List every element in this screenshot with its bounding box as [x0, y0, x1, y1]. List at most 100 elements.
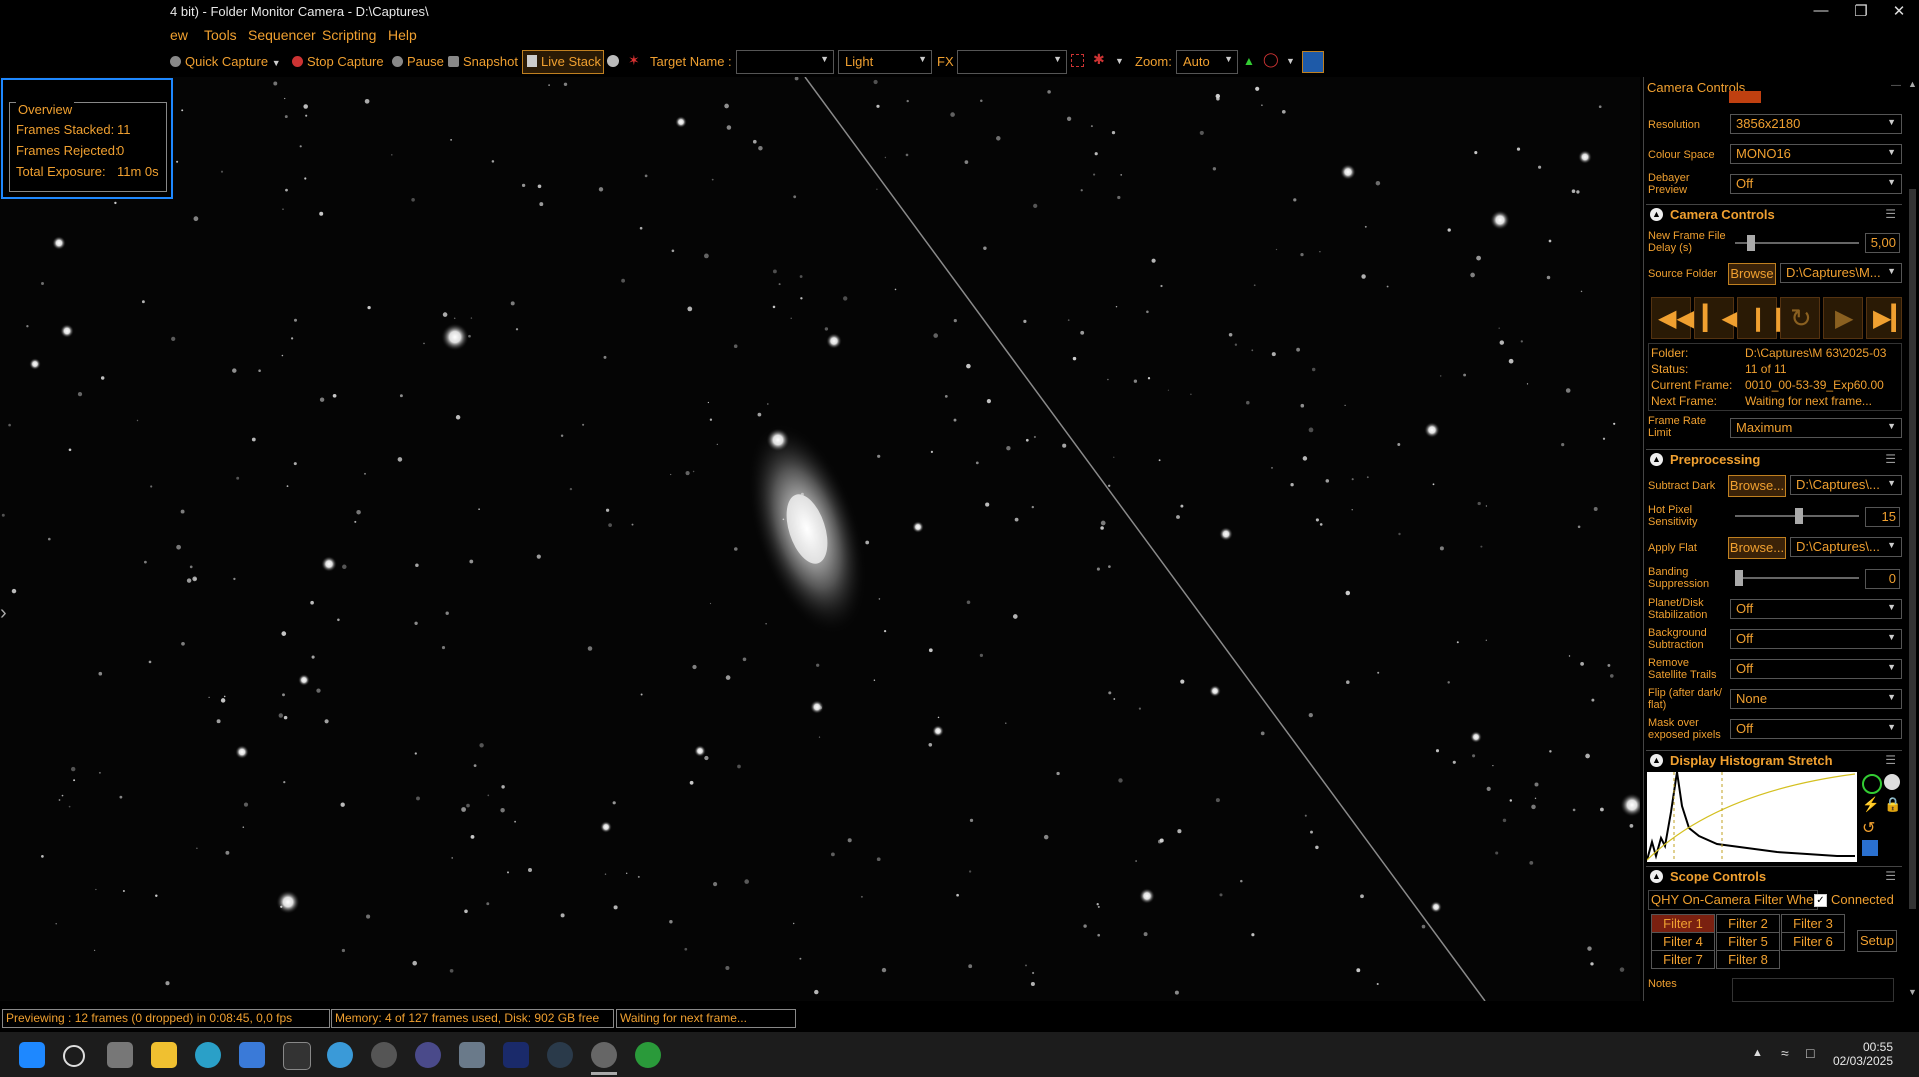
stop-capture-button[interactable]: Stop Capture: [292, 54, 384, 69]
windows-start-icon[interactable]: [19, 1042, 45, 1068]
subtract-dark-select[interactable]: D:\Captures\... ▼: [1790, 475, 1902, 495]
chevron-up-icon[interactable]: ▲: [1650, 754, 1663, 767]
subtract-dark-browse-button[interactable]: Browse...: [1728, 475, 1786, 497]
colour-space-select[interactable]: MONO16 ▼: [1730, 144, 1902, 164]
chevron-down-icon[interactable]: ▼: [1286, 56, 1295, 66]
save-icon[interactable]: [1862, 840, 1878, 856]
record-icon[interactable]: [607, 55, 619, 67]
menu-scripting[interactable]: Scripting: [322, 27, 376, 43]
menu-help[interactable]: Help: [388, 27, 417, 43]
panel-divider[interactable]: [1643, 77, 1644, 1001]
snapshot-button[interactable]: Snapshot: [448, 54, 518, 69]
source-folder-select[interactable]: D:\Captures\M... ▼: [1780, 263, 1902, 283]
scroll-up-icon[interactable]: ▲: [1908, 79, 1917, 89]
search-icon[interactable]: [63, 1045, 85, 1067]
store-icon[interactable]: [239, 1042, 265, 1068]
mask-overexposed-select[interactable]: Off ▼: [1730, 719, 1902, 739]
new-frame-delay-slider[interactable]: [1735, 235, 1859, 251]
filter-wheel-device[interactable]: QHY On-Camera Filter Whe: [1648, 890, 1818, 910]
rewind-button[interactable]: ◀◀: [1651, 297, 1695, 339]
filter-5-button[interactable]: Filter 5: [1716, 932, 1780, 951]
preprocessing-section-header[interactable]: ▲ Preprocessing ☰: [1646, 449, 1902, 470]
scroll-thumb[interactable]: [1909, 189, 1916, 909]
target-name-input[interactable]: ▼: [736, 50, 834, 74]
chevron-up-icon[interactable]: ▲: [1650, 870, 1663, 883]
reset-icon[interactable]: ↺: [1862, 818, 1875, 838]
menu-tools[interactable]: Tools: [204, 27, 237, 43]
pause-playback-button[interactable]: ❙❙: [1737, 297, 1788, 339]
app-green-icon[interactable]: [635, 1042, 661, 1068]
close-icon[interactable]: ✕: [1884, 2, 1914, 20]
scope-controls-section-header[interactable]: ▲ Scope Controls ☰: [1646, 866, 1902, 887]
remove-satellite-trails-select[interactable]: Off ▼: [1730, 659, 1902, 679]
resolution-select[interactable]: 3856x2180 ▼: [1730, 114, 1902, 134]
lightning-icon[interactable]: ⚡: [1862, 796, 1879, 813]
terminal-icon[interactable]: [283, 1042, 311, 1070]
app-stars-icon[interactable]: [503, 1042, 529, 1068]
hot-pixel-input[interactable]: 15: [1865, 507, 1900, 527]
filter-4-button[interactable]: Filter 4: [1651, 932, 1715, 951]
chevron-up-icon[interactable]: ▲: [1650, 208, 1663, 221]
hamburger-icon[interactable]: ☰: [1885, 753, 1896, 767]
menu-view[interactable]: ew: [170, 27, 188, 43]
app-moon-icon[interactable]: [371, 1042, 397, 1068]
focus-icon[interactable]: ◯: [1263, 51, 1279, 68]
hot-pixel-slider[interactable]: [1735, 508, 1859, 524]
roi-icon[interactable]: [1071, 54, 1084, 67]
annotate-icon[interactable]: [1302, 51, 1324, 73]
menu-sequencer[interactable]: Sequencer: [248, 27, 316, 43]
frame-type-select[interactable]: Light ▼: [838, 50, 932, 74]
chevron-right-icon[interactable]: ›: [0, 602, 14, 632]
histogram-section-header[interactable]: ▲ Display Histogram Stretch ☰: [1646, 750, 1902, 771]
filter-8-button[interactable]: Filter 8: [1716, 950, 1780, 969]
first-frame-button[interactable]: ▎◀: [1694, 297, 1740, 339]
scroll-down-icon[interactable]: ▼: [1908, 987, 1917, 997]
banding-input[interactable]: 0: [1865, 569, 1900, 589]
system-clock[interactable]: 00:55 02/03/2025: [1833, 1040, 1893, 1068]
histogram-chart[interactable]: [1647, 772, 1857, 862]
apply-flat-browse-button[interactable]: Browse...: [1728, 537, 1786, 559]
lock-icon[interactable]: 🔒: [1884, 796, 1901, 813]
apply-flat-select[interactable]: D:\Captures\... ▼: [1790, 537, 1902, 557]
task-view-icon[interactable]: [107, 1042, 133, 1068]
browse-button[interactable]: Browse: [1728, 263, 1776, 285]
pause-button[interactable]: Pause: [392, 54, 444, 69]
camera-controls-section-header[interactable]: ▲ Camera Controls ☰: [1646, 204, 1902, 225]
fx-select[interactable]: ▼: [957, 50, 1067, 74]
quick-capture-button[interactable]: Quick Capture ▼: [170, 54, 281, 69]
connected-checkbox[interactable]: ✓: [1814, 894, 1827, 907]
hamburger-icon[interactable]: ☰: [1885, 869, 1896, 883]
filter-6-button[interactable]: Filter 6: [1781, 932, 1845, 951]
chevron-up-icon[interactable]: ▲: [1650, 453, 1663, 466]
panel-scrollbar[interactable]: ▲ ▼: [1906, 77, 1919, 1001]
banding-slider[interactable]: [1735, 570, 1859, 586]
wifi-icon[interactable]: ≈: [1781, 1045, 1789, 1061]
contrast-icon[interactable]: [1884, 774, 1900, 790]
image-viewport[interactable]: Overview Frames Stacked: 11 Frames Rejec…: [0, 77, 1640, 1001]
last-frame-button[interactable]: ▶▎: [1866, 297, 1910, 339]
battery-icon[interactable]: □: [1806, 1045, 1814, 1061]
app-telescope-icon[interactable]: [459, 1042, 485, 1068]
power-icon[interactable]: [1862, 774, 1882, 794]
slider-thumb[interactable]: [1735, 570, 1743, 586]
new-frame-delay-input[interactable]: 5,00: [1865, 233, 1900, 253]
filter-3-button[interactable]: Filter 3: [1781, 914, 1845, 933]
minimize-icon[interactable]: —: [1806, 2, 1836, 19]
filter-2-button[interactable]: Filter 2: [1716, 914, 1780, 933]
filter-7-button[interactable]: Filter 7: [1651, 950, 1715, 969]
slider-thumb[interactable]: [1747, 235, 1755, 251]
filter-1-button[interactable]: Filter 1: [1651, 914, 1715, 933]
app-galaxy-icon[interactable]: [547, 1042, 573, 1068]
live-stack-button[interactable]: Live Stack: [522, 50, 604, 74]
crosshair-icon[interactable]: ✱: [1093, 51, 1105, 68]
planet-stabilization-select[interactable]: Off ▼: [1730, 599, 1902, 619]
restore-icon[interactable]: ❐: [1846, 2, 1876, 20]
play-button[interactable]: ▶: [1823, 297, 1863, 339]
background-subtraction-select[interactable]: Off ▼: [1730, 629, 1902, 649]
app-globe-icon[interactable]: [327, 1042, 353, 1068]
app-planet-icon[interactable]: [415, 1042, 441, 1068]
notes-input[interactable]: [1732, 978, 1894, 1002]
refresh-button[interactable]: ↻: [1780, 297, 1820, 339]
chevron-down-icon[interactable]: ▼: [1115, 56, 1124, 66]
hamburger-icon[interactable]: ☰: [1885, 452, 1896, 466]
